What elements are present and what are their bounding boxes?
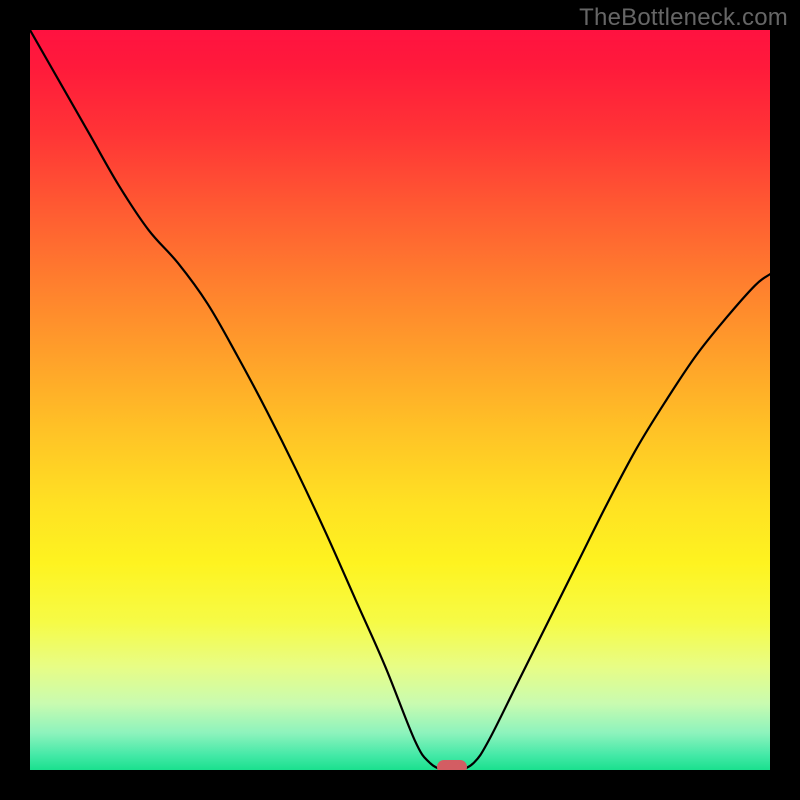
bottleneck-curve [30,30,770,770]
chart-frame: TheBottleneck.com [0,0,800,800]
plot-area [30,30,770,770]
watermark-text: TheBottleneck.com [579,4,788,32]
optimal-marker [437,760,467,770]
